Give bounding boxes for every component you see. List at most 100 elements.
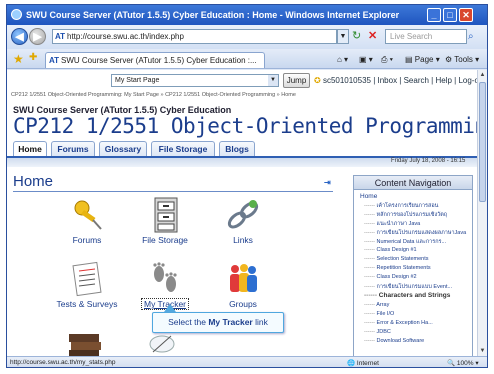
maximize-button[interactable]: □ [443, 8, 457, 22]
search-input[interactable]: Live Search [385, 29, 467, 44]
sidenav-item[interactable]: ------ Repetition Statements [364, 265, 468, 271]
refresh-icon[interactable]: ↻ [352, 30, 366, 43]
tab-forums[interactable]: Forums [51, 141, 95, 156]
footprints-icon [145, 260, 185, 298]
page-viewport: My Start Page ▼ Jump ✪ sc501010535 | Inb… [7, 70, 477, 356]
module-forums[interactable]: Forums [47, 196, 127, 245]
print-icon[interactable]: ⎙ ▾ [381, 53, 393, 66]
module-file-storage-label[interactable]: File Storage [125, 235, 205, 245]
scroll-down-icon[interactable]: ▼ [478, 346, 487, 356]
window-title: SWU Course Server (ATutor 1.5.5) Cyber E… [26, 10, 400, 20]
scroll-thumb[interactable] [479, 82, 486, 202]
tooltip: Select the My Tracker link [152, 312, 284, 333]
sidenav-item[interactable]: ------ Error & Exception Ha... [364, 320, 468, 326]
back-button[interactable]: ◀ [11, 28, 28, 45]
chain-link-icon [223, 196, 263, 234]
status-zone-label: Internet [356, 360, 379, 367]
sidenav-item[interactable]: ------ การเขียนโปรแกรมแสดงผลภาษาJava [364, 229, 468, 237]
module-tests-surveys-label[interactable]: Tests & Surveys [47, 299, 127, 309]
sidenav-item[interactable]: ------ JDBC [364, 329, 468, 335]
chevron-down-icon: ▼ [268, 75, 278, 86]
feeds-icon[interactable]: ▣ ▾ [359, 53, 373, 66]
sidenav-item[interactable]: ------ การเขียนโปรแกรมแบบ Event... [364, 283, 468, 291]
sidenav-item[interactable]: ------ เค้าโครงการเรียนการสอน [364, 202, 468, 210]
module-groups[interactable]: Groups [203, 260, 283, 309]
tools-menu-label: Tools [454, 55, 473, 64]
browser-window: SWU Course Server (ATutor 1.5.5) Cyber E… [6, 4, 488, 368]
jump-select[interactable]: My Start Page ▼ [111, 74, 279, 87]
jump-button[interactable]: Jump [283, 73, 310, 88]
search-icon[interactable]: ⌕ [468, 30, 482, 43]
sidenav-item[interactable]: ------ Array [364, 302, 468, 308]
zoom-level-label: 100% [456, 360, 474, 367]
user-nav-links[interactable]: sc501010535 | Inbox | Search | Help | Lo… [323, 76, 477, 85]
address-toolbar: ◀ ▶ AT http://course.swu.ac.th/index.php… [7, 25, 487, 49]
scroll-up-icon[interactable]: ▲ [478, 70, 487, 80]
collapse-arrow-icon[interactable]: ⇥ [324, 178, 331, 187]
minimize-button[interactable]: _ [427, 8, 441, 22]
module-tests-surveys[interactable]: Tests & Surveys [47, 260, 127, 309]
breadcrumb[interactable]: CP212 1/2551 Object-Oriented Programming… [11, 92, 296, 98]
user-nav[interactable]: ✪ sc501010535 | Inbox | Search | Help | … [314, 76, 477, 85]
forward-button[interactable]: ▶ [29, 28, 46, 45]
tab-blogs[interactable]: Blogs [219, 141, 255, 156]
sidenav-item[interactable]: ------ Download Software [364, 338, 468, 344]
add-favorite-icon[interactable]: ✚ [29, 52, 37, 63]
sidenav-item[interactable]: ------ Numerical Data และการกร... [364, 238, 468, 246]
magnifier-icon: 🔍 [447, 360, 456, 367]
test-sheet-icon [67, 260, 107, 298]
sidenav-item[interactable]: ------ Class Design #1 [364, 247, 468, 253]
content-navigation-title: Content Navigation [354, 176, 472, 190]
groups-people-icon [223, 260, 263, 298]
tooltip-prefix: Select the [168, 317, 209, 327]
page-menu-label: Page [414, 55, 434, 64]
page-menu[interactable]: ▤ Page ▾ [405, 53, 440, 66]
zoom-level[interactable]: 🔍 100% ▾ [447, 359, 479, 367]
status-zone: 🌐 Internet [347, 359, 379, 367]
feather-pen-icon[interactable] [147, 332, 177, 356]
tab-glossary[interactable]: Glossary [99, 141, 147, 156]
favorites-star-icon[interactable]: ★ [13, 52, 24, 66]
sidenav-item[interactable]: ------ Selection Statements [364, 256, 468, 262]
globe-icon: 🌐 [347, 360, 356, 367]
star-icon: ✪ [314, 76, 321, 85]
module-file-storage[interactable]: File Storage [125, 196, 205, 245]
course-title: CP212 1/2551 Object-Oriented Programming [13, 114, 477, 138]
jump-select-value: My Start Page [115, 77, 160, 84]
books-icon[interactable] [67, 328, 105, 356]
tooltip-pointer [164, 304, 176, 312]
stop-icon[interactable]: ✕ [368, 30, 380, 43]
home-icon[interactable]: ⌂ ▾ [337, 53, 348, 66]
browser-tab[interactable]: AT SWU Course Server (ATutor 1.5.5) Cybe… [45, 52, 265, 68]
favicon-icon: AT [55, 32, 66, 41]
sidenav-item[interactable]: ------ Class Design #2 [364, 274, 468, 280]
sidenav-home-link[interactable]: Home [360, 193, 377, 200]
module-links-label[interactable]: Links [203, 235, 283, 245]
close-button[interactable]: ✕ [459, 8, 473, 22]
page-title: Home [13, 173, 54, 190]
address-url: http://course.swu.ac.th/index.php [67, 32, 184, 41]
tab-file-storage[interactable]: File Storage [151, 141, 215, 156]
browser-tab-label: SWU Course Server (ATutor 1.5.5) Cyber E… [61, 56, 257, 65]
title-bar: SWU Course Server (ATutor 1.5.5) Cyber E… [7, 5, 487, 25]
heading-divider [13, 191, 333, 192]
status-bar: http://course.swu.ac.th/my_stats.php 🌐 I… [7, 356, 487, 367]
tab-home[interactable]: Home [13, 141, 47, 157]
module-links[interactable]: Links [203, 196, 283, 245]
tools-menu[interactable]: ⚙ Tools ▾ [445, 53, 479, 66]
module-groups-label[interactable]: Groups [203, 299, 283, 309]
file-cabinet-icon [145, 196, 185, 234]
module-forums-label[interactable]: Forums [47, 235, 127, 245]
tab-toolbar: ★ ✚ AT SWU Course Server (ATutor 1.5.5) … [7, 49, 487, 69]
address-bar[interactable]: AT http://course.swu.ac.th/index.php [52, 29, 337, 44]
vertical-scrollbar[interactable]: ▲ ▼ [477, 70, 487, 356]
tooltip-suffix: link [252, 317, 268, 327]
sidenav-item[interactable]: ------ File I/O [364, 311, 468, 317]
address-dropdown-icon[interactable]: ▼ [337, 29, 349, 44]
date-text: Friday July 18, 2008 - 16:15 [391, 158, 466, 164]
sidenav-item-current[interactable]: ------ Characters and Strings [364, 292, 468, 299]
module-my-tracker[interactable]: My Tracker [125, 260, 205, 310]
tab-favicon-icon: AT [49, 56, 60, 65]
sidenav-item[interactable]: ------ หลักการของโปรแกรมเชิงวัตถุ [364, 211, 468, 219]
sidenav-item[interactable]: ------ แนะนำภาษา Java [364, 220, 468, 228]
